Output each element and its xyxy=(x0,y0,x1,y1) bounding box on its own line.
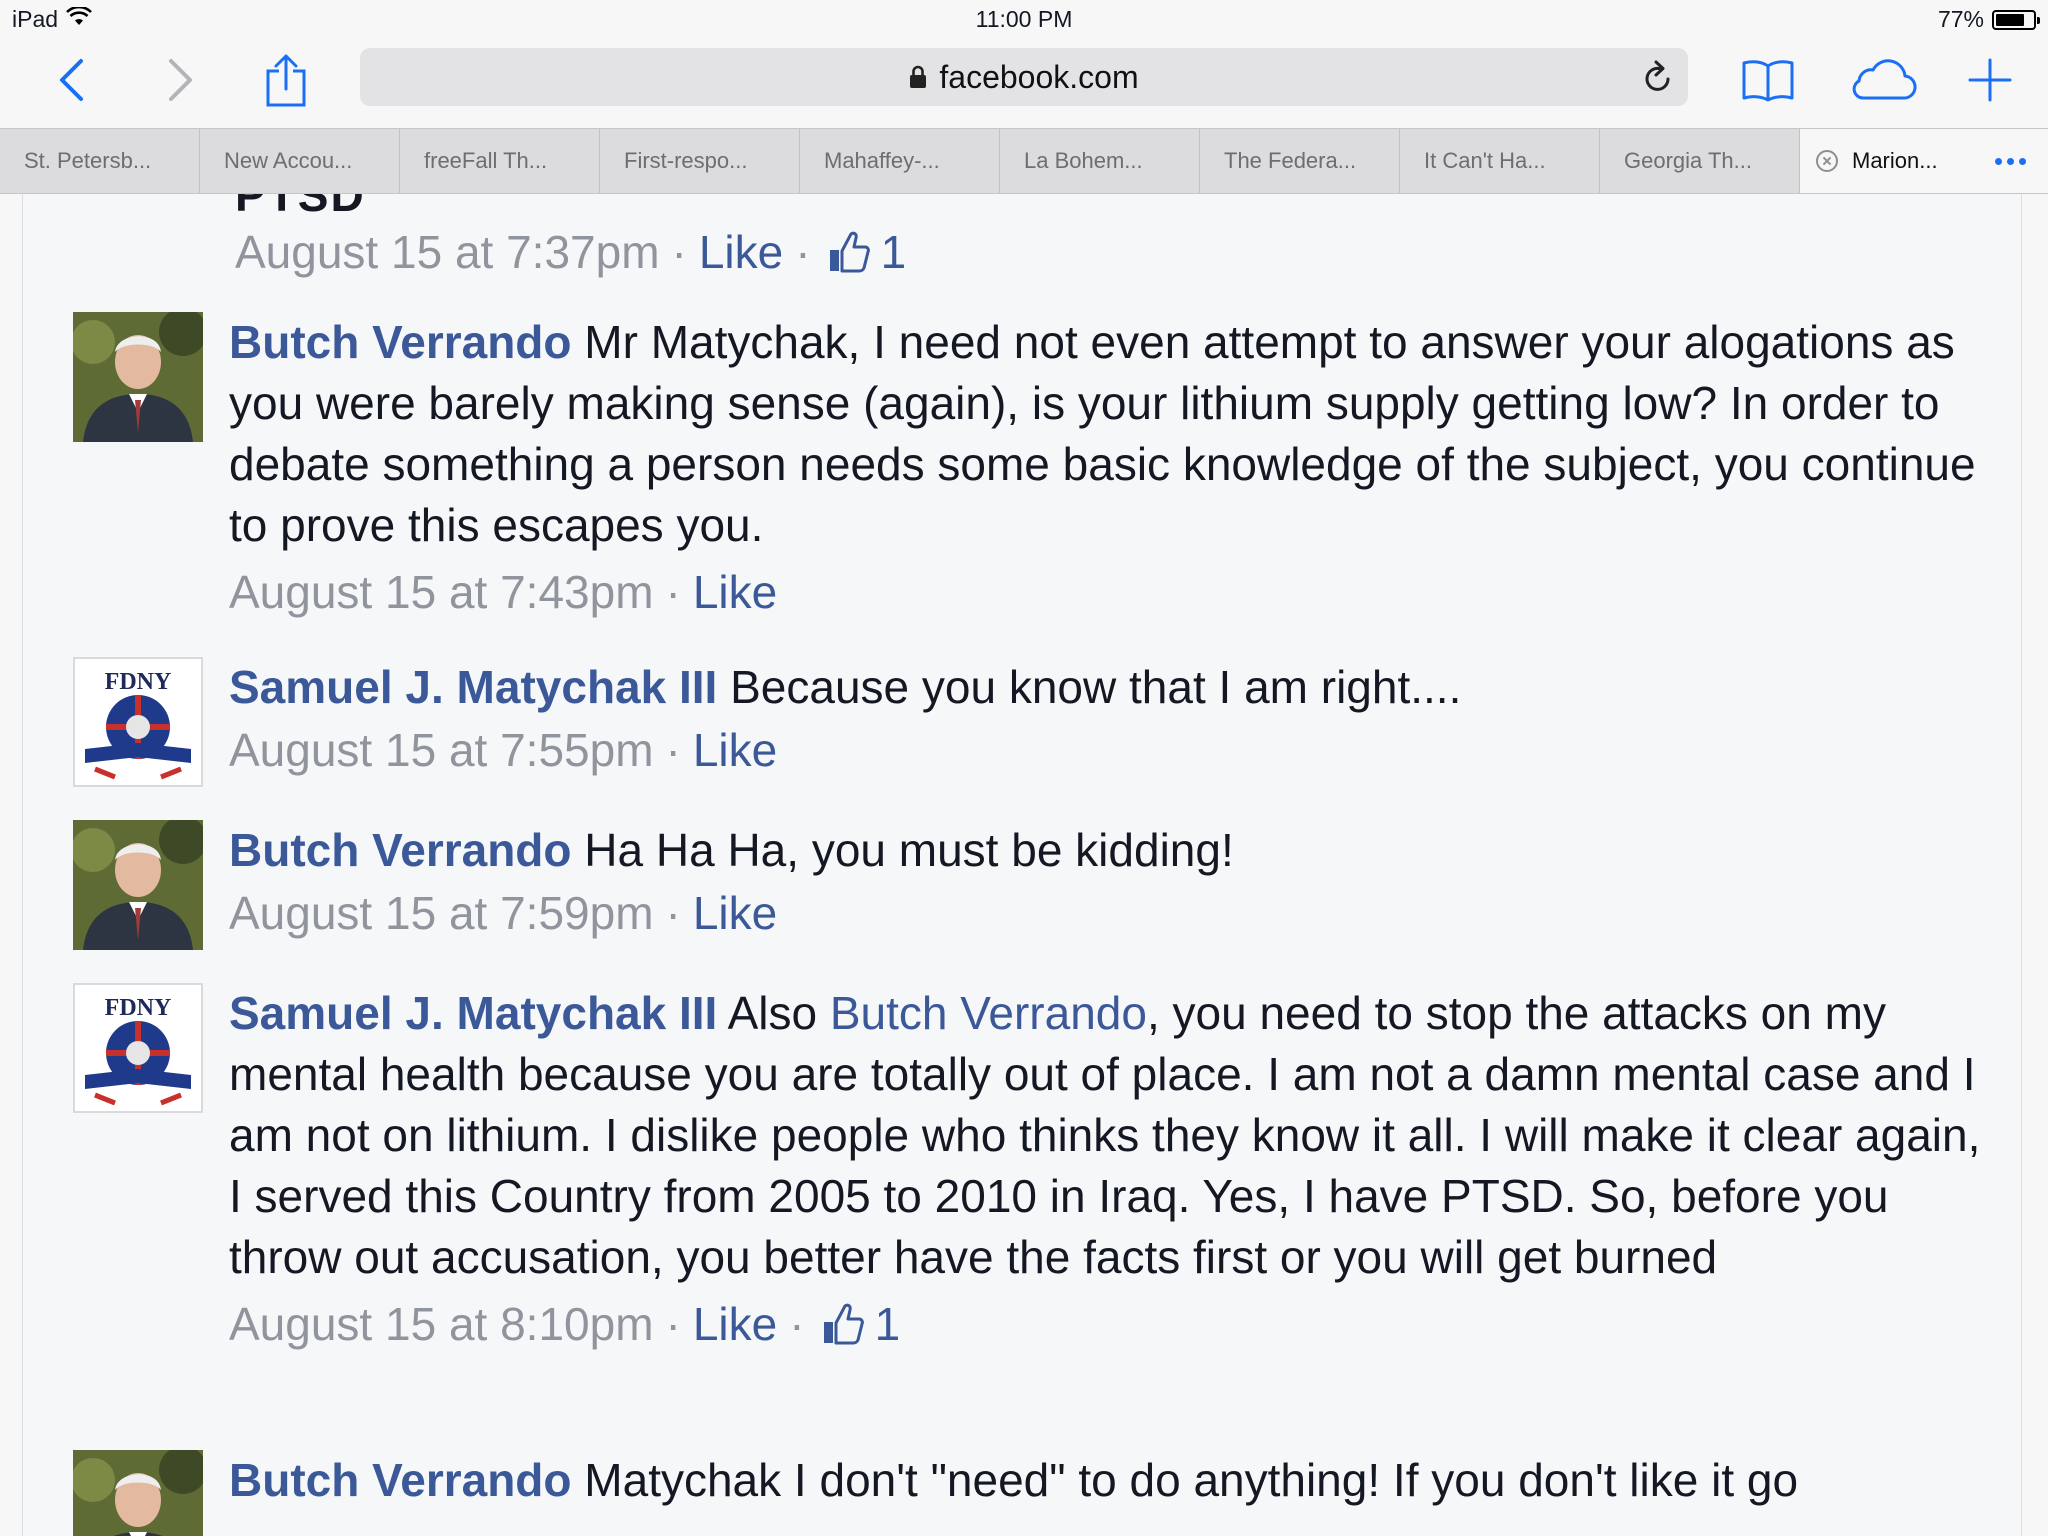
comment-body: Samuel J. Matychak III Also Butch Verran… xyxy=(229,983,1989,1352)
chevron-left-icon xyxy=(60,59,83,101)
battery-icon xyxy=(1992,9,2040,30)
separator-dot: · xyxy=(795,226,811,278)
open-book-icon xyxy=(1742,60,1794,102)
like-count[interactable]: 1 xyxy=(875,1296,901,1352)
bookmarks-button[interactable] xyxy=(1738,40,1798,120)
clock: 11:00 PM xyxy=(975,6,1073,32)
comment-meta: August 15 at 8:10pm · Like · 1 xyxy=(229,1296,1989,1352)
comment-meta: August 15 at 7:43pm · Like xyxy=(229,564,1989,620)
comment-time[interactable]: August 15 at 7:43pm xyxy=(229,564,654,620)
comment-author[interactable]: Butch Verrando xyxy=(229,824,572,876)
forward-button[interactable] xyxy=(150,40,210,120)
comment-thread: PTSD August 15 at 7:37pm · Like · 1 Butc… xyxy=(22,194,2022,1536)
comment-author[interactable]: Samuel J. Matychak III xyxy=(229,987,717,1039)
back-button[interactable] xyxy=(42,40,102,120)
ellipsis-dot xyxy=(2019,157,2026,165)
browser-toolbar: facebook.com xyxy=(0,40,2048,128)
comment-body: Butch Verrando Ha Ha Ha, you must be kid… xyxy=(229,820,1989,941)
comment-meta: August 15 at 7:59pm · Like xyxy=(229,885,1989,941)
separator-dot: · xyxy=(671,226,687,278)
comment-meta: August 15 at 7:55pm · Like xyxy=(229,722,1989,778)
reload-icon xyxy=(1645,60,1670,91)
plus-icon xyxy=(1968,58,2012,102)
butch-avatar[interactable] xyxy=(73,1450,203,1536)
comment-body: Butch Verrando Mr Matychak, I need not e… xyxy=(229,312,1989,620)
mention-link[interactable]: Butch Verrando xyxy=(830,987,1147,1039)
like-count[interactable]: 1 xyxy=(881,224,907,280)
comment-time[interactable]: August 15 at 7:55pm xyxy=(229,722,654,778)
address-bar[interactable]: facebook.com xyxy=(360,48,1688,106)
tab-active-label: Marion... xyxy=(1852,148,1938,173)
tab-item[interactable]: Georgia Th... xyxy=(1600,129,1800,193)
comment-author[interactable]: Butch Verrando xyxy=(229,1454,572,1506)
ellipsis-dot xyxy=(2007,157,2014,165)
butch-avatar[interactable] xyxy=(73,820,203,950)
tab-item[interactable]: freeFall Th... xyxy=(400,129,600,193)
tab-active[interactable]: Marion... xyxy=(1800,129,1973,193)
thumbs-up-icon[interactable] xyxy=(827,230,871,274)
cloud-icon xyxy=(1852,59,1917,100)
butch-avatar[interactable] xyxy=(73,312,203,442)
close-tab-icon[interactable] xyxy=(1816,150,1838,172)
comment-body: Butch Verrando Matychak I don't "need" t… xyxy=(229,1450,1989,1511)
tab-item[interactable]: New Accou... xyxy=(200,129,400,193)
comment-meta: August 15 at 7:37pm · Like · 1 xyxy=(235,224,906,280)
tab-strip: St. Petersb... New Accou... freeFall Th.… xyxy=(0,128,2048,194)
comment-text: Ha Ha Ha, you must be kidding! xyxy=(584,824,1234,876)
separator-dot: · xyxy=(665,887,681,939)
chevron-right-icon xyxy=(169,59,192,101)
separator-dot: · xyxy=(665,566,681,618)
ellipsis-dot xyxy=(1995,157,2002,165)
like-link[interactable]: Like xyxy=(693,722,777,778)
comment-time[interactable]: August 15 at 7:37pm xyxy=(235,224,660,280)
share-icon xyxy=(266,54,306,107)
svg-text:FDNY: FDNY xyxy=(105,995,172,1021)
tab-item[interactable]: St. Petersb... xyxy=(0,129,200,193)
comment-time[interactable]: August 15 at 7:59pm xyxy=(229,885,654,941)
tab-item[interactable]: The Federa... xyxy=(1200,129,1400,193)
like-link[interactable]: Like xyxy=(693,564,777,620)
icloud-tabs-button[interactable] xyxy=(1846,40,1918,120)
lock-icon xyxy=(910,65,927,88)
fdny-avatar[interactable]: FDNY xyxy=(73,983,203,1113)
battery-percent: 77% xyxy=(1937,6,1984,32)
separator-dot: · xyxy=(789,1298,805,1350)
tab-item[interactable]: La Bohem... xyxy=(1000,129,1200,193)
share-button[interactable] xyxy=(256,40,316,120)
status-right: 77% xyxy=(1937,6,2040,33)
like-link[interactable]: Like xyxy=(693,1296,777,1352)
tab-item[interactable]: It Can't Ha... xyxy=(1400,129,1600,193)
comment-body: Samuel J. Matychak III Because you know … xyxy=(229,657,1989,778)
reload-button[interactable] xyxy=(1642,60,1674,102)
url-text: facebook.com xyxy=(939,58,1139,95)
separator-dot: · xyxy=(665,724,681,776)
partial-comment-text: PTSD xyxy=(235,194,366,221)
status-bar: iPad 11:00 PM 77% xyxy=(0,0,2048,40)
comment-text: Because you know that I am right.... xyxy=(730,661,1462,713)
tab-item[interactable]: First-respo... xyxy=(600,129,800,193)
like-link[interactable]: Like xyxy=(693,885,777,941)
fdny-avatar[interactable]: FDNY xyxy=(73,657,203,787)
new-tab-button[interactable] xyxy=(1960,40,2020,120)
separator-dot: · xyxy=(665,1298,681,1350)
comment-author[interactable]: Butch Verrando xyxy=(229,316,572,368)
comment-time[interactable]: August 15 at 8:10pm xyxy=(229,1296,654,1352)
comment-text-lead: Also xyxy=(727,987,818,1039)
more-tabs-button[interactable] xyxy=(1973,129,2048,193)
like-link[interactable]: Like xyxy=(699,224,783,280)
comment-author[interactable]: Samuel J. Matychak III xyxy=(229,661,717,713)
thumbs-up-icon[interactable] xyxy=(821,1302,865,1346)
svg-text:FDNY: FDNY xyxy=(105,669,172,695)
comment-text: Matychak I don't "need" to do anything! … xyxy=(584,1454,1799,1506)
tab-item[interactable]: Mahaffey-... xyxy=(800,129,1000,193)
